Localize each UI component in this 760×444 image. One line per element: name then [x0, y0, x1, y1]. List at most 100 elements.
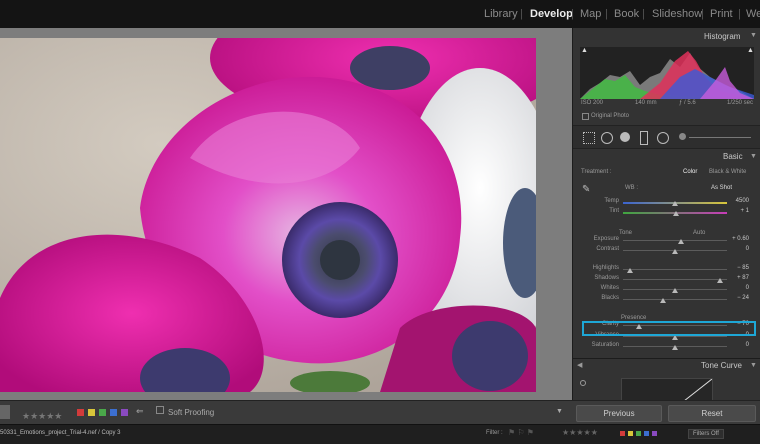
rating-stars[interactable]: ★★★★★ — [22, 406, 62, 424]
filter-color-red[interactable] — [620, 431, 625, 436]
module-separator: | — [571, 8, 574, 20]
filter-color-yellow[interactable] — [628, 431, 633, 436]
color-label-green[interactable] — [99, 409, 106, 416]
slider-label-contrast: Contrast — [596, 246, 619, 252]
soft-proofing-label: Soft Proofing — [168, 408, 215, 417]
slider-value-saturation[interactable]: 0 — [725, 342, 749, 348]
develop-right-panel: Histogram ▼ ▲ ▲ ISO 200 140 mm ƒ / 5.6 1… — [572, 28, 760, 402]
photo-preview[interactable] — [0, 38, 536, 392]
module-develop[interactable]: Develop — [530, 8, 573, 20]
tone-curve-line — [683, 378, 713, 402]
color-label-yellow[interactable] — [88, 409, 95, 416]
expand-triangle-icon[interactable]: ◀ — [577, 361, 582, 369]
graduated-filter-icon[interactable] — [640, 131, 648, 145]
anemone-photo — [0, 38, 536, 392]
slider-label-whites: Whites — [600, 285, 619, 291]
slider-label-tint: Tint — [609, 208, 619, 214]
filter-color-blue[interactable] — [644, 431, 649, 436]
color-label-purple[interactable] — [121, 409, 128, 416]
collapse-triangle-icon[interactable]: ▼ — [750, 32, 757, 39]
treatment-bw-option[interactable]: Black & White — [709, 169, 746, 175]
tone-curve-graph[interactable] — [621, 378, 713, 402]
histogram-title[interactable]: Histogram — [704, 32, 740, 41]
collapse-triangle-icon[interactable]: ▼ — [750, 362, 757, 369]
filter-color-purple[interactable] — [652, 431, 657, 436]
module-separator: | — [738, 8, 741, 20]
original-photo-label: Original Photo — [591, 113, 630, 119]
shutter-readout: 1/250 sec — [727, 100, 754, 106]
slider-knob-contrast[interactable] — [672, 249, 678, 254]
slider-value-temp[interactable]: 4500 — [725, 198, 749, 204]
module-separator: | — [605, 8, 608, 20]
module-print[interactable]: Print — [710, 8, 733, 20]
reset-button[interactable]: Reset — [668, 405, 756, 422]
slider-value-contrast[interactable]: 0 — [725, 246, 749, 252]
slider-label-temp: Temp — [604, 198, 619, 204]
slider-knob-exposure[interactable] — [678, 239, 685, 244]
histogram-display[interactable] — [580, 47, 754, 99]
slider-track-shadows[interactable] — [623, 279, 727, 280]
module-map[interactable]: Map — [580, 8, 601, 20]
spot-removal-icon[interactable] — [601, 132, 613, 144]
iso-readout: ISO 200 — [581, 100, 604, 106]
slider-value-whites[interactable]: 0 — [725, 285, 749, 291]
basic-panel-title[interactable]: Basic — [723, 152, 743, 161]
slider-value-tint[interactable]: + 1 — [725, 208, 749, 214]
color-label-blue[interactable] — [110, 409, 117, 416]
original-photo-checkbox[interactable] — [582, 113, 589, 120]
crop-tool-icon[interactable] — [583, 132, 595, 144]
slider-track-exposure[interactable] — [623, 240, 727, 241]
aperture-readout: ƒ / 5.6 — [679, 100, 696, 106]
slider-value-blacks[interactable]: − 24 — [725, 295, 749, 301]
adjustment-brush-icon[interactable] — [679, 133, 686, 140]
target-adjustment-icon[interactable] — [580, 380, 586, 386]
star-filter[interactable]: ★★★★★ — [562, 428, 598, 437]
wb-eyedropper-icon[interactable]: ✎ — [582, 184, 592, 198]
red-eye-icon[interactable] — [620, 132, 630, 142]
wb-dropdown[interactable]: As Shot — [711, 185, 732, 191]
module-library[interactable]: Library — [484, 8, 518, 20]
slider-knob-saturation[interactable] — [672, 345, 678, 350]
slider-knob-highlights[interactable] — [627, 268, 634, 273]
treatment-color-option[interactable]: Color — [683, 169, 697, 175]
previous-button[interactable]: Previous — [576, 405, 662, 422]
treatment-label: Treatment : — [581, 169, 612, 175]
flag-filter-icons[interactable]: ⚑ ⚐ ⚑ — [508, 428, 534, 437]
tool-slider[interactable] — [689, 137, 751, 138]
slider-knob-blacks[interactable] — [659, 298, 666, 303]
toolbar-menu-icon[interactable]: ▼ — [556, 408, 563, 415]
focal-readout: 140 mm — [635, 100, 657, 106]
filmstrip-bar: 50331_Emotions_project_Trial-4.nef / Cop… — [0, 424, 760, 444]
filter-color-green[interactable] — [636, 431, 641, 436]
slider-knob-tint[interactable] — [673, 211, 680, 216]
view-mode-icon[interactable] — [0, 405, 10, 419]
slider-label-exposure: Exposure — [593, 236, 619, 242]
module-book[interactable]: Book — [614, 8, 639, 20]
slider-label-blacks: Blacks — [601, 295, 619, 301]
filters-off-dropdown[interactable]: Filters Off — [688, 429, 724, 439]
slider-knob-whites[interactable] — [672, 288, 678, 293]
tone-curve-title[interactable]: Tone Curve — [701, 361, 742, 370]
radial-filter-icon[interactable] — [657, 132, 669, 144]
module-web[interactable]: We — [746, 8, 760, 20]
slider-label-shadows: Shadows — [594, 275, 619, 281]
tone-label: Tone — [619, 230, 633, 236]
histogram-graph — [580, 51, 754, 99]
slider-knob-temp[interactable] — [672, 201, 678, 206]
collapse-triangle-icon[interactable]: ▼ — [750, 153, 757, 160]
slider-value-shadows[interactable]: + 87 — [725, 275, 749, 281]
module-slideshow[interactable]: Slideshow — [652, 8, 702, 20]
module-separator: | — [642, 8, 645, 20]
slider-value-highlights[interactable]: − 85 — [725, 265, 749, 271]
slider-track-highlights[interactable] — [623, 269, 727, 270]
shadow-clipping-icon[interactable]: ▲ — [581, 47, 588, 54]
slider-track-blacks[interactable] — [623, 299, 727, 300]
auto-tone-button[interactable]: Auto — [693, 230, 705, 236]
slider-knob-shadows[interactable] — [716, 278, 723, 283]
highlight-clipping-icon[interactable]: ▲ — [747, 47, 754, 54]
filmstrip-filename[interactable]: 50331_Emotions_project_Trial-4.nef / Cop… — [0, 430, 121, 436]
soft-proofing-checkbox[interactable] — [156, 406, 164, 414]
slider-value-exposure[interactable]: + 0.60 — [725, 236, 749, 242]
back-arrow-icon[interactable]: ⇐ — [136, 406, 144, 417]
color-label-red[interactable] — [77, 409, 84, 416]
